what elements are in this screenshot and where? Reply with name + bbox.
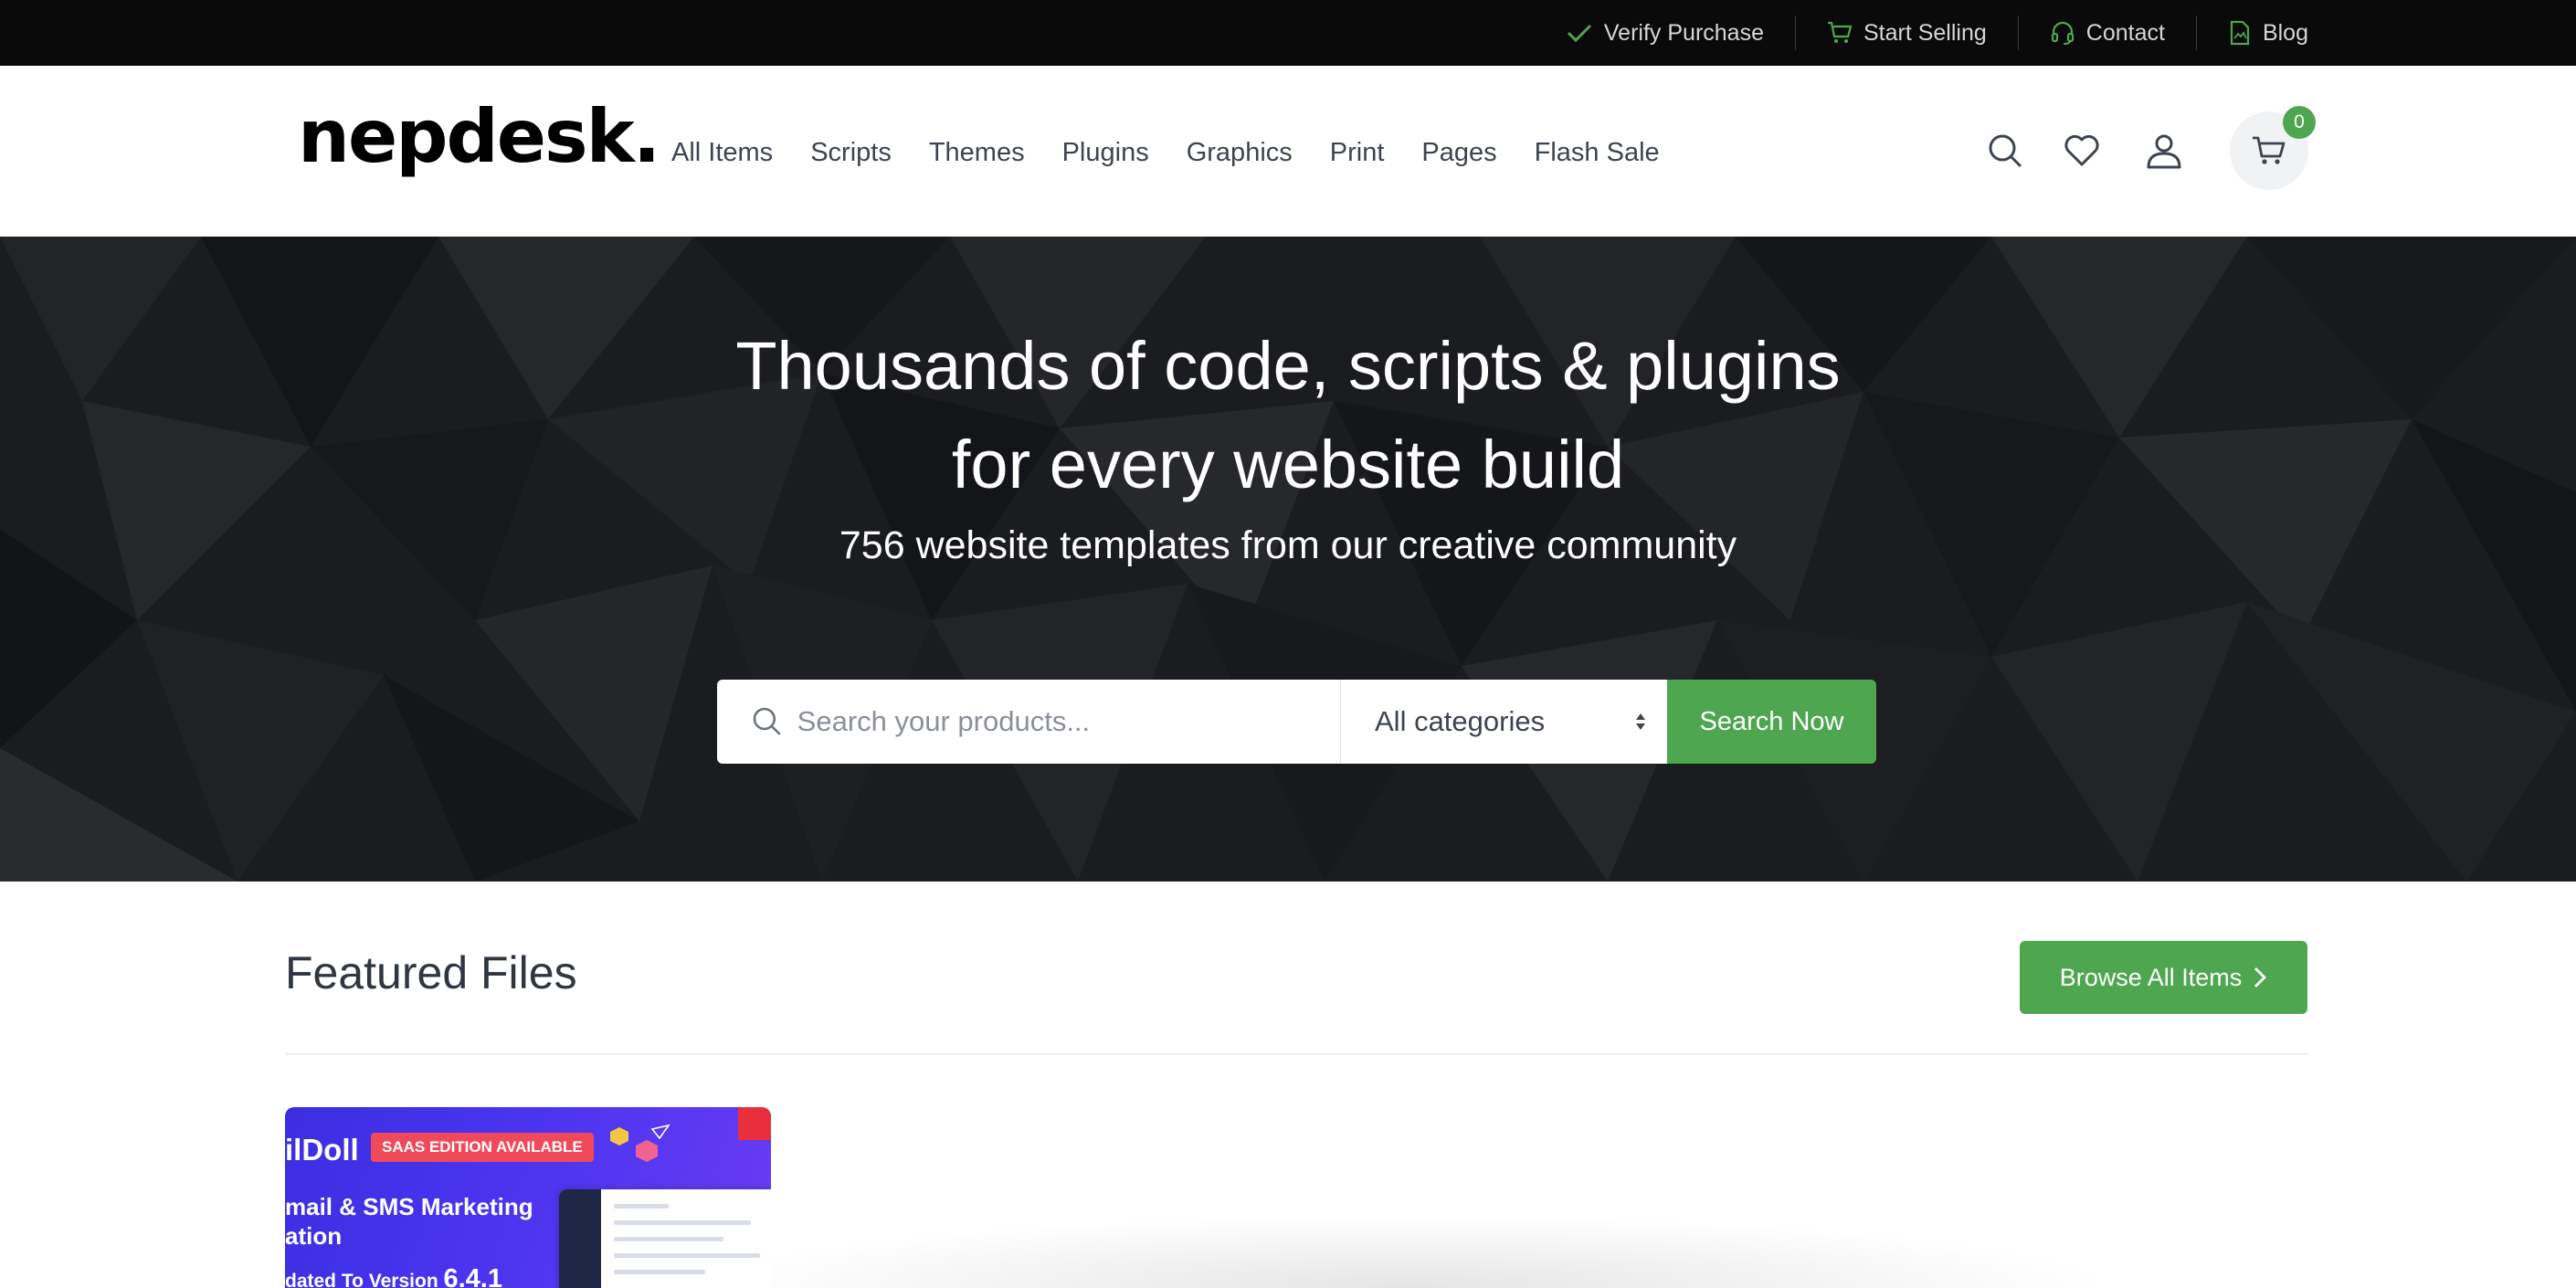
hero-subtitle: 756 website templates from our creative … — [839, 523, 1737, 567]
menu-item-scripts[interactable]: Scripts — [810, 138, 892, 168]
cart-icon — [1827, 21, 1853, 43]
cart-count-badge: 0 — [2283, 106, 2316, 139]
main-navbar: nepdesk. All Items Scripts Themes Plugin… — [0, 66, 2576, 237]
card-brand-text: ilDoll — [285, 1133, 359, 1167]
blog-link[interactable]: Blog — [2228, 0, 2308, 66]
menu-item-print[interactable]: Print — [1330, 138, 1385, 168]
hero-title: Thousands of code, scripts & plugins for… — [0, 317, 2576, 514]
menu-item-all-items[interactable]: All Items — [671, 138, 773, 168]
card-edition-badge: SAAS EDITION AVAILABLE — [371, 1133, 594, 1162]
top-bar: Verify Purchase Start Selling Contact Bl… — [0, 0, 2576, 66]
verify-purchase-label: Verify Purchase — [1603, 19, 1764, 46]
top-bar-divider — [2195, 16, 2197, 50]
header-actions: 0 — [1985, 106, 2316, 192]
preview-row — [614, 1220, 751, 1225]
heart-icon — [2064, 134, 2099, 166]
menu-item-themes[interactable]: Themes — [929, 138, 1025, 168]
preview-row — [614, 1270, 705, 1274]
verify-purchase-link[interactable]: Verify Purchase — [1566, 0, 1764, 66]
browse-all-items-button[interactable]: Browse All Items — [2020, 941, 2307, 1014]
menu-item-graphics[interactable]: Graphics — [1187, 138, 1293, 168]
preview-row — [614, 1237, 723, 1241]
blog-label: Blog — [2262, 19, 2308, 46]
product-search-form: All categories Search Now — [717, 680, 1876, 764]
account-button[interactable] — [2144, 131, 2184, 171]
featured-item-card[interactable]: ilDoll SAAS EDITION AVAILABLE mail & SMS… — [285, 1107, 771, 1288]
section-divider — [285, 1053, 2307, 1055]
hero-title-line-2: for every website build — [951, 427, 1625, 502]
card-headline-line-1: mail & SMS Marketing — [285, 1193, 533, 1220]
contact-link[interactable]: Contact — [2050, 0, 2165, 66]
select-arrows-icon — [1636, 713, 1645, 730]
check-icon — [1567, 24, 1591, 43]
preview-sidebar — [559, 1189, 601, 1288]
search-icon — [1989, 134, 2022, 168]
hero-title-line-1: Thousands of code, scripts & plugins — [735, 328, 1841, 404]
hero-banner: Thousands of code, scripts & plugins for… — [0, 237, 2576, 882]
start-selling-label: Start Selling — [1863, 19, 1987, 46]
search-icon — [753, 707, 781, 735]
card-version-text: dated To Version 6.4.1 — [285, 1264, 502, 1288]
cube-decoration-icon — [610, 1124, 670, 1162]
menu-item-pages[interactable]: Pages — [1421, 138, 1496, 168]
preview-row — [614, 1253, 760, 1258]
contact-label: Contact — [2085, 19, 2165, 46]
card-version-prefix: dated To Version — [285, 1271, 444, 1288]
category-select-value: All categories — [1375, 705, 1546, 737]
user-icon — [2147, 134, 2181, 169]
menu-item-flash-sale[interactable]: Flash Sale — [1535, 138, 1660, 168]
top-bar-divider — [2017, 16, 2019, 50]
main-menu: All Items Scripts Themes Plugins Graphic… — [671, 66, 1697, 239]
top-bar-divider — [1794, 16, 1796, 50]
cart-icon — [2253, 136, 2286, 164]
menu-item-plugins[interactable]: Plugins — [1062, 138, 1149, 168]
search-button[interactable] — [1985, 131, 2025, 171]
headset-icon — [2051, 21, 2074, 45]
start-selling-link[interactable]: Start Selling — [1827, 0, 1987, 66]
search-now-button[interactable]: Search Now — [1667, 680, 1876, 764]
featured-files-heading: Featured Files — [285, 947, 577, 998]
preview-row — [614, 1204, 669, 1209]
chevron-right-icon — [2254, 967, 2267, 987]
document-icon — [2230, 20, 2250, 46]
card-shadow — [694, 1215, 2119, 1288]
search-field-wrapper — [717, 680, 1340, 764]
wishlist-button[interactable] — [2062, 131, 2102, 171]
browse-all-items-label: Browse All Items — [2059, 963, 2243, 991]
card-version-number: 6.4.1 — [443, 1264, 502, 1288]
laravel-logo-icon — [738, 1107, 771, 1140]
card-dashboard-preview — [559, 1189, 771, 1288]
top-bar-links: Verify Purchase Start Selling Contact Bl… — [1566, 0, 2308, 66]
site-logo[interactable]: nepdesk. — [298, 100, 660, 174]
category-select[interactable]: All categories — [1340, 680, 1667, 764]
card-headline-line-2: ation — [285, 1222, 343, 1250]
cart-button[interactable]: 0 — [2230, 106, 2316, 190]
search-input[interactable] — [797, 705, 1340, 738]
